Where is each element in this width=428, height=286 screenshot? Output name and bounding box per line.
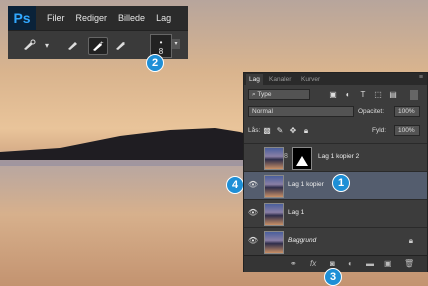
opacity-label: Opacitet: [358, 108, 385, 115]
callout-badge-1: 1 [332, 174, 350, 192]
opacity-field[interactable]: 100% [394, 106, 420, 117]
layer-name: Lag 1 kopier [288, 181, 324, 188]
trash-icon[interactable]: 🗑︎ [404, 259, 414, 268]
layer-thumbnail [264, 203, 284, 226]
layer-name: Lag 1 kopier 2 [318, 153, 360, 160]
callout-badge-4: 4 [226, 176, 244, 194]
layer-mask-thumbnail[interactable] [292, 147, 312, 170]
filter-shape-icon[interactable]: ⬚ [373, 90, 383, 100]
visibility-toggle-off[interactable] [247, 152, 259, 162]
layer-row-baggrund[interactable]: 👁︎ Baggrund 🔒︎ [244, 227, 427, 255]
add-mask-icon[interactable]: ◙ [330, 259, 335, 268]
tab-kurver[interactable]: Kurver [298, 74, 323, 85]
eye-icon[interactable]: 👁︎ [247, 236, 259, 246]
blend-mode-value: Normal [252, 108, 273, 115]
layer-name: Baggrund [288, 237, 317, 244]
svg-text:+: + [100, 41, 104, 47]
callout-badge-3: 3 [324, 268, 342, 286]
new-layer-icon[interactable]: ▣ [384, 259, 392, 268]
lock-image-icon[interactable]: ✎ [275, 126, 285, 136]
menu-bar: Ps Filer Rediger Billede Lag [8, 6, 188, 30]
filter-row: ⌕ Type ▣ ◐ T ⬚ ▤ [244, 88, 427, 102]
lock-icon: 🔒︎ [408, 236, 413, 245]
lock-transparent-icon[interactable]: ▩ [262, 126, 272, 136]
group-folder-icon[interactable]: ▬ [366, 259, 374, 268]
menu-billede[interactable]: Billede [118, 13, 145, 23]
menu-filer[interactable]: Filer [47, 13, 65, 23]
layer-row-lag-1-kopier-2[interactable]: 8 Lag 1 kopier 2 [244, 143, 427, 171]
fill-field[interactable]: 100% [394, 125, 420, 136]
menu-rediger[interactable]: Rediger [76, 13, 108, 23]
fill-label: Fyld: [372, 127, 387, 134]
options-bar: ▾ + - • 8 ▾ [8, 30, 188, 59]
link-layers-icon[interactable]: ⚭ [290, 259, 297, 268]
panel-menu-icon[interactable]: ≡ [419, 74, 423, 81]
svg-text:-: - [123, 40, 125, 46]
layers-panel: Lag Kanaler Kurver ≡ ⌕ Type ▣ ◐ T ⬚ ▤ No… [243, 72, 428, 272]
brush-dot-icon: • [159, 38, 163, 47]
layer-thumbnail [264, 175, 284, 198]
brush-preset-icon[interactable] [20, 37, 38, 53]
add-to-selection-brush-icon[interactable]: + [88, 37, 108, 55]
photoshop-logo: Ps [8, 6, 36, 30]
filter-pixel-icon[interactable]: ▣ [328, 90, 338, 100]
chevron-down-icon[interactable]: ▾ [42, 37, 52, 53]
blend-row: Normal Opacitet: 100% [244, 105, 427, 119]
filter-toggle[interactable] [410, 90, 418, 100]
layer-name: Lag 1 [288, 209, 305, 216]
tab-lag[interactable]: Lag [246, 74, 263, 85]
filter-kind-value: Type [257, 91, 272, 98]
filter-kind-select[interactable]: ⌕ Type [248, 89, 310, 100]
filter-adjustment-icon[interactable]: ◐ [343, 90, 353, 100]
fx-icon[interactable]: fx [310, 259, 316, 268]
eye-icon[interactable]: 👁︎ [247, 208, 259, 218]
panel-tabs: Lag Kanaler Kurver ≡ [244, 73, 427, 85]
layer-thumbnail [264, 231, 284, 254]
filter-type-icon[interactable]: T [358, 90, 368, 100]
tab-kanaler[interactable]: Kanaler [266, 74, 294, 85]
lock-position-icon[interactable]: ✥ [288, 126, 298, 136]
lock-row: Lås: ▩ ✎ ✥ 🔒︎ Fyld: 100% [244, 123, 427, 139]
callout-badge-2: 2 [146, 54, 164, 72]
menu-lag[interactable]: Lag [156, 13, 171, 23]
eye-icon[interactable]: 👁︎ [247, 180, 259, 190]
blend-mode-select[interactable]: Normal [248, 106, 354, 117]
adjustment-layer-icon[interactable]: ◐ [348, 259, 353, 268]
link-chain-icon: 8 [284, 153, 288, 160]
lock-all-icon[interactable]: 🔒︎ [301, 126, 311, 136]
lock-label: Lås: [248, 127, 261, 134]
layer-row-lag-1[interactable]: 👁︎ Lag 1 [244, 199, 427, 227]
new-selection-brush-icon[interactable] [64, 37, 82, 53]
filter-smart-object-icon[interactable]: ▤ [388, 90, 398, 100]
layer-thumbnail [264, 147, 284, 170]
subtract-from-selection-brush-icon[interactable]: - [112, 37, 130, 53]
chevron-down-icon[interactable]: ▾ [172, 39, 180, 49]
